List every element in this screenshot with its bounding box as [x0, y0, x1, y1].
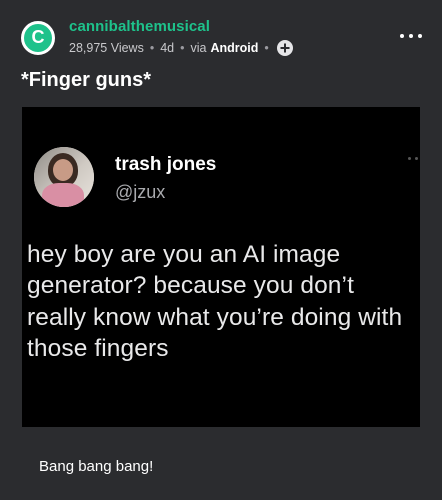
post-caption: Bang bang bang!: [39, 458, 154, 475]
avatar-letter: C: [31, 27, 45, 48]
post-meta: 28,975 Views • 4d • via Android •: [69, 40, 293, 56]
post-age: 4d: [160, 41, 175, 55]
view-count: 28,975 Views: [69, 41, 144, 55]
meta-separator: •: [180, 41, 185, 55]
author-name[interactable]: cannibalthemusical: [69, 18, 210, 35]
avatar[interactable]: C: [21, 21, 55, 55]
post-image[interactable]: trash jones @jzux hey boy are you an AI …: [22, 107, 420, 427]
post-header: C cannibalthemusical 28,975 Views • 4d •…: [21, 18, 421, 58]
tweet-avatar: [34, 147, 94, 207]
via-label: via: [190, 41, 207, 55]
post-card: C cannibalthemusical 28,975 Views • 4d •…: [0, 0, 442, 500]
tweet-author-handle: @jzux: [115, 182, 166, 202]
meta-separator: •: [264, 41, 269, 55]
tweet-more-icon: [408, 157, 418, 161]
meta-separator: •: [149, 41, 155, 55]
more-options-icon[interactable]: [400, 29, 422, 43]
tweet-text: hey boy are you an AI image generator? b…: [27, 241, 403, 363]
tweet-author-name: trash jones: [115, 154, 217, 175]
via-app: Android: [210, 41, 259, 55]
add-icon[interactable]: [276, 40, 293, 56]
post-title: *Finger guns*: [21, 69, 152, 91]
